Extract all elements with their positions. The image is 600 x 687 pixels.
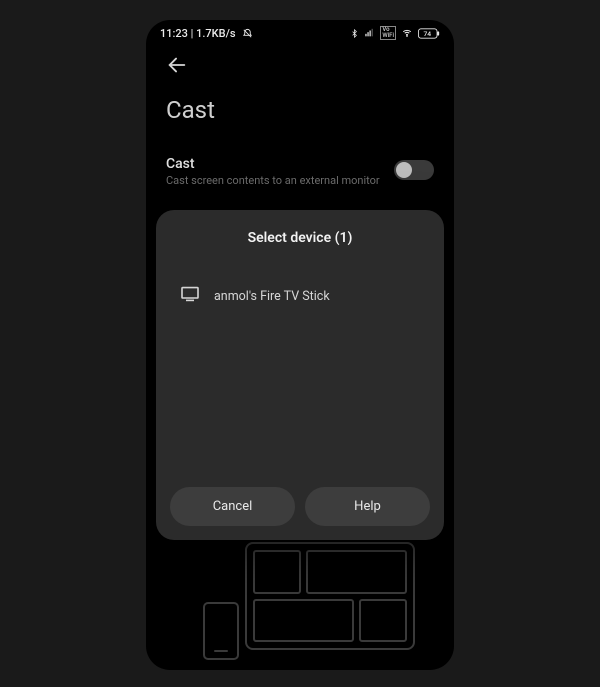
device-item[interactable]: anmol's Fire TV Stick xyxy=(170,280,430,312)
dialog-title: Select device (1) xyxy=(170,230,430,246)
device-name: anmol's Fire TV Stick xyxy=(214,289,330,304)
dnd-icon xyxy=(242,28,253,39)
select-device-dialog: Select device (1) anmol's Fire TV Stick … xyxy=(156,210,444,540)
status-time: 11:23 xyxy=(160,27,188,40)
tv-icon xyxy=(180,286,200,306)
status-right: VoWiFi 74 xyxy=(350,26,440,40)
status-left: 11:23 | 1.7KB/s xyxy=(160,27,253,40)
page-title: Cast xyxy=(166,82,434,152)
battery-icon: 74 xyxy=(418,28,440,39)
vowifi-icon: VoWiFi xyxy=(380,26,396,40)
signal-icon xyxy=(364,28,375,38)
cast-screen-off-row[interactable]: Cast with screen off You can keep castin… xyxy=(166,662,434,670)
cast-setting-title: Cast xyxy=(166,156,380,172)
status-bar: 11:23 | 1.7KB/s xyxy=(146,20,454,44)
help-button[interactable]: Help xyxy=(305,487,430,526)
phone-frame: 11:23 | 1.7KB/s xyxy=(146,20,454,670)
cast-illustration xyxy=(185,542,415,662)
cast-setting-row[interactable]: Cast Cast screen contents to an external… xyxy=(166,152,434,202)
device-list: anmol's Fire TV Stick xyxy=(170,280,430,487)
bluetooth-icon xyxy=(350,28,359,39)
status-speed: 1.7KB/s xyxy=(196,27,235,40)
wifi-icon xyxy=(401,28,413,38)
cast-setting-description: Cast screen contents to an external moni… xyxy=(166,174,380,188)
battery-text: 74 xyxy=(423,30,431,38)
back-icon[interactable] xyxy=(166,54,188,80)
cancel-button[interactable]: Cancel xyxy=(170,487,295,526)
cast-toggle[interactable] xyxy=(394,160,434,180)
